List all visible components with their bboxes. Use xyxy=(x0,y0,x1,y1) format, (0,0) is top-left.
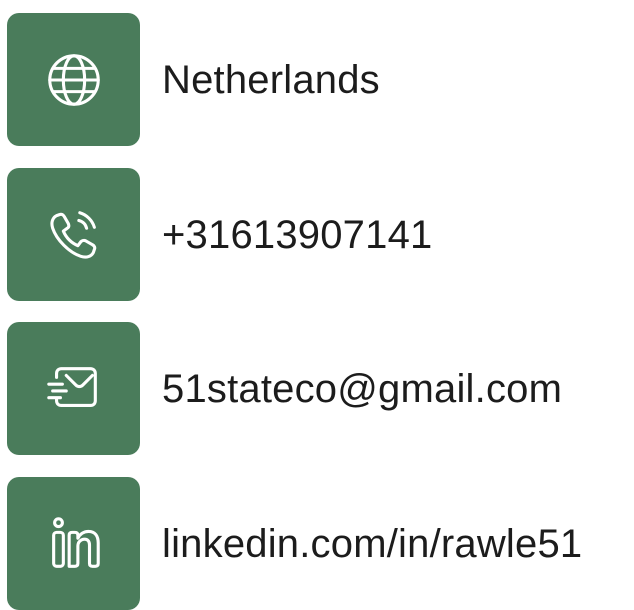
phone-icon xyxy=(49,210,96,259)
contact-item-location: Netherlands xyxy=(7,13,380,146)
contact-item-email[interactable]: 51stateco@gmail.com xyxy=(7,322,562,455)
contact-item-phone[interactable]: +31613907141 xyxy=(7,168,432,301)
contact-item-linkedin[interactable]: linkedin.com/in/rawle51 xyxy=(7,477,582,610)
linkedin-text[interactable]: linkedin.com/in/rawle51 xyxy=(162,524,582,564)
phone-text[interactable]: +31613907141 xyxy=(162,215,432,255)
location-icon-tile xyxy=(7,13,140,146)
email-text[interactable]: 51stateco@gmail.com xyxy=(162,369,562,409)
phone-icon-tile[interactable] xyxy=(7,168,140,301)
contact-list: Netherlands +31613907141 51stateco@gmail… xyxy=(0,0,634,610)
mail-icon xyxy=(46,366,97,407)
linkedin-icon xyxy=(51,516,100,568)
globe-icon xyxy=(47,53,100,106)
email-icon-tile[interactable] xyxy=(7,322,140,455)
location-text: Netherlands xyxy=(162,57,380,102)
linkedin-icon-tile[interactable] xyxy=(7,477,140,610)
